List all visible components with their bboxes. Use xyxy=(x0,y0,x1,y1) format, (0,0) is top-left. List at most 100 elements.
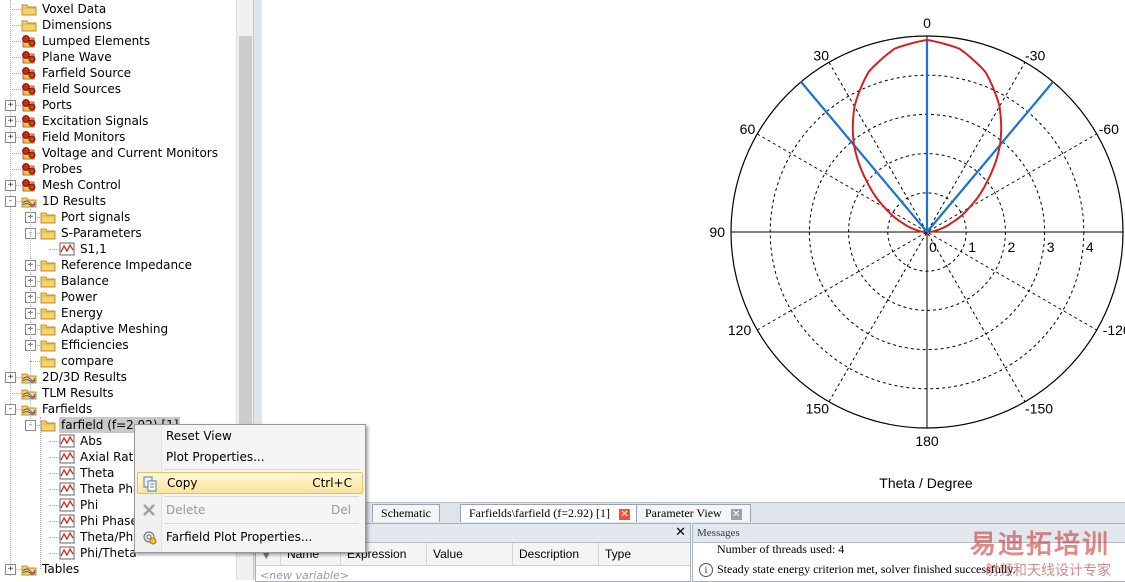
polar-radial-label: 3 xyxy=(1047,239,1055,255)
tree-item[interactable]: - S-Parameters xyxy=(0,225,236,241)
tree-item-label: Voltage and Current Monitors xyxy=(42,146,218,160)
tab-parameter-view[interactable]: Parameter View ✕ xyxy=(636,504,751,522)
polar-angle-label: 150 xyxy=(806,401,830,417)
curve-icon xyxy=(59,450,75,464)
polar-angle-label: 90 xyxy=(709,224,725,240)
tree-guide-line xyxy=(10,89,21,90)
tree-item[interactable]: + Excitation Signals xyxy=(0,113,236,129)
tree-item[interactable]: Probes xyxy=(0,161,236,177)
tree-item[interactable]: + Mesh Control xyxy=(0,177,236,193)
message-line: Number of threads used: 4 xyxy=(717,542,845,556)
message-line: Steady state energy criterion met, solve… xyxy=(717,562,1016,576)
tree-guide-line xyxy=(49,537,59,538)
polar-angle-label: -120 xyxy=(1103,322,1125,338)
tree-guide-line xyxy=(49,489,59,490)
new-variable-row[interactable]: <new variable> xyxy=(260,569,349,582)
folder-icon xyxy=(40,356,56,368)
tree-guide-line xyxy=(10,57,21,58)
tree-item[interactable]: + Port signals xyxy=(0,209,236,225)
tree-item[interactable]: S1,1 xyxy=(0,241,236,257)
tree-item-label: Adaptive Meshing xyxy=(61,322,169,336)
expand-icon[interactable]: + xyxy=(5,180,16,191)
curve-icon xyxy=(59,530,75,544)
menu-item-reset-view[interactable]: Reset View xyxy=(137,425,361,447)
tree-item[interactable]: + Balance xyxy=(0,273,236,289)
tree-item[interactable]: + Energy xyxy=(0,305,236,321)
component-icon xyxy=(22,131,36,144)
polar-angle-label: -150 xyxy=(1025,401,1053,417)
expand-icon[interactable]: + xyxy=(5,100,16,111)
tree-item-label: Excitation Signals xyxy=(42,114,149,128)
tree-item[interactable]: Lumped Elements xyxy=(0,33,236,49)
tree-item-label: TLM Results xyxy=(42,386,114,400)
tree-item[interactable]: + Reference Impedance xyxy=(0,257,236,273)
collapse-icon[interactable]: - xyxy=(5,404,16,415)
menu-item-copy[interactable]: Copy Ctrl+C xyxy=(137,472,363,494)
curve-icon xyxy=(59,434,75,448)
tree-item-label: Farfield Source xyxy=(42,66,132,80)
document-tabs: Schematic Farfields\farfield (f=2.92) [1… xyxy=(262,502,1125,523)
watermark-slogan: 射频和天线设计专家 xyxy=(985,563,1111,579)
results-icon xyxy=(21,373,37,384)
tab-label: Schematic xyxy=(381,506,431,520)
tree-item[interactable]: TLM Results xyxy=(0,385,236,401)
close-icon[interactable]: ✕ xyxy=(675,525,686,540)
tree-item[interactable]: Farfield Source xyxy=(0,65,236,81)
farfield-plot-area[interactable]: 0-30-6090-120-15018015012090603001234 Th… xyxy=(262,0,1125,502)
tree-item[interactable]: Voltage and Current Monitors xyxy=(0,145,236,161)
tree-item[interactable]: + Efficiencies xyxy=(0,337,236,353)
curve-icon xyxy=(59,482,75,496)
expand-icon[interactable]: + xyxy=(5,372,16,383)
tab-farfield[interactable]: Farfields\farfield (f=2.92) [1] ✕ xyxy=(460,504,640,522)
tree-item[interactable]: + Ports xyxy=(0,97,236,113)
tree-item[interactable]: compare xyxy=(0,353,236,369)
component-icon xyxy=(22,147,36,160)
tree-item[interactable]: +2D/3D Results xyxy=(0,369,236,385)
tree-guide-line xyxy=(10,393,21,394)
tree-item[interactable]: + Field Monitors xyxy=(0,129,236,145)
polar-angle-label: 180 xyxy=(915,433,939,449)
info-icon: i xyxy=(699,563,713,577)
delete-icon xyxy=(143,504,155,516)
tree-item-label: Phi xyxy=(80,498,99,512)
menu-item-plot-properties[interactable]: Plot Properties... xyxy=(137,446,361,468)
polar-angle-label: 0 xyxy=(923,15,931,31)
expand-icon[interactable]: + xyxy=(5,564,16,575)
close-icon[interactable]: ✕ xyxy=(730,508,742,520)
folder-icon xyxy=(40,276,56,288)
menu-item-farfield-plot-properties[interactable]: Farfield Plot Properties... xyxy=(137,526,361,548)
collapse-icon[interactable]: - xyxy=(5,196,16,207)
tree-item-label: Theta xyxy=(80,466,115,480)
tree-item-label: Field Sources xyxy=(42,82,121,96)
expand-icon[interactable]: + xyxy=(5,132,16,143)
menu-item-delete[interactable]: Delete Del xyxy=(137,499,361,521)
close-icon[interactable]: ✕ xyxy=(619,508,631,520)
expand-icon[interactable]: + xyxy=(5,116,16,127)
polar-angle-label: 30 xyxy=(813,47,829,63)
tree-item-label: Mesh Control xyxy=(42,178,121,192)
tree-item[interactable]: + Power xyxy=(0,289,236,305)
tree-item[interactable]: - 1D Results xyxy=(0,193,236,209)
tree-item-label: compare xyxy=(61,354,114,368)
tree-item[interactable]: Dimensions xyxy=(0,17,236,33)
curve-icon xyxy=(59,242,75,256)
column-description[interactable]: Description xyxy=(512,543,597,565)
tree-guide-line xyxy=(10,25,21,26)
tree-item[interactable]: Plane Wave xyxy=(0,49,236,65)
tree-item[interactable]: + Adaptive Meshing xyxy=(0,321,236,337)
folder-icon xyxy=(21,20,37,32)
column-type[interactable]: Type xyxy=(598,543,683,565)
polar-plot: 0-30-6090-120-15018015012090603001234 Th… xyxy=(709,15,1125,491)
results-icon xyxy=(21,197,37,208)
component-icon xyxy=(22,99,36,112)
tab-schematic[interactable]: Schematic xyxy=(372,504,440,522)
tree-item[interactable]: Field Sources xyxy=(0,81,236,97)
tree-item[interactable]: + Tables xyxy=(0,561,236,577)
tree-item-label: Ports xyxy=(42,98,73,112)
tree-item[interactable]: - Farfields xyxy=(0,401,236,417)
component-icon xyxy=(22,115,36,128)
polar-radial-label: 2 xyxy=(1008,239,1016,255)
tab-label: Parameter View xyxy=(645,506,722,520)
column-value[interactable]: Value xyxy=(426,543,511,565)
tree-item[interactable]: Voxel Data xyxy=(0,1,236,17)
